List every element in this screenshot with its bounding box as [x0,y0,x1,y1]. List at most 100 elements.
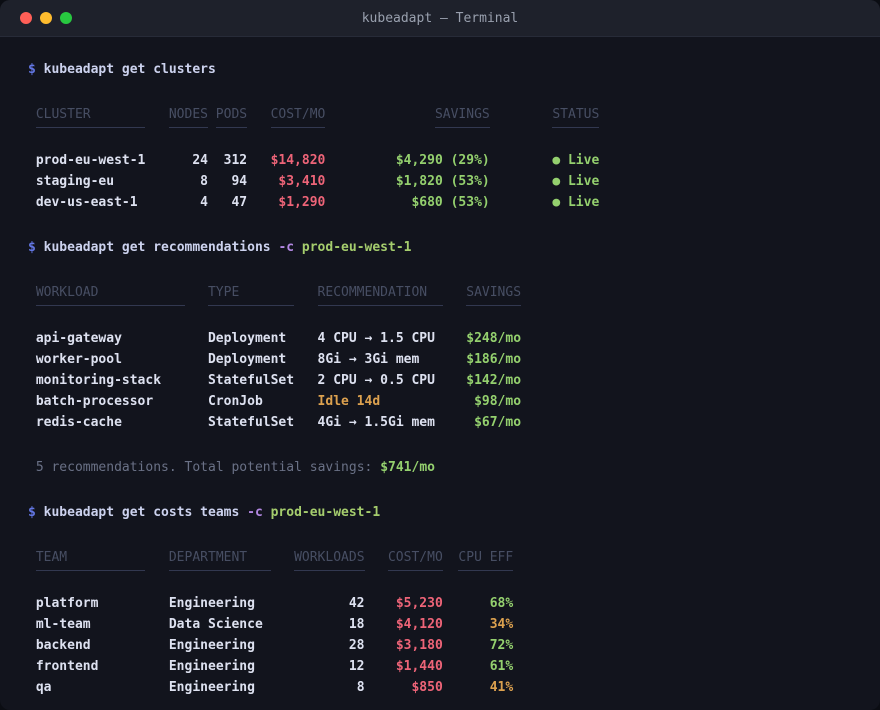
header-underline [36,125,852,134]
workload-name: worker-pool [36,349,208,370]
col-header-department: DEPARTMENT [169,547,294,568]
recommendation-text: 4 CPU → 1.5 CPU [318,328,467,349]
team-name: frontend [36,656,169,677]
summary-text: 5 recommendations. Total potential savin… [36,460,373,475]
clusters-table-header: CLUSTER NODES PODS COST/MO SAVINGS STATU… [36,104,852,125]
col-header-team: TEAM [36,547,169,568]
team-name: ml-team [36,614,169,635]
table-row: batch-processor CronJob Idle 14d $98/mo [36,391,852,412]
recommendations-table: WORKLOAD TYPE RECOMMENDATION SAVINGS api… [28,282,852,433]
recommendation-text: 8Gi → 3Gi mem [318,349,467,370]
cost-value: $14,820 [247,150,325,171]
cost-value: $5,230 [365,593,443,614]
status-label: Live [568,153,599,168]
command-flag: -c [278,237,294,258]
clusters-table-rows: prod-eu-west-1 24 312 $14,820 $4,290 (29… [36,150,852,213]
team-name: backend [36,635,169,656]
cost-value: $3,180 [365,635,443,656]
savings-value: $98/mo [466,391,521,412]
cluster-name: prod-eu-west-1 [36,150,169,171]
col-header-savings: SAVINGS [466,282,521,303]
cost-value: $4,120 [365,614,443,635]
table-row: platform Engineering 42 $5,230 68% [36,593,852,614]
department-name: Engineering [169,656,294,677]
table-row: worker-pool Deployment 8Gi → 3Gi mem $18… [36,349,852,370]
nodes-value: 8 [169,171,208,192]
recommendations-table-header: WORKLOAD TYPE RECOMMENDATION SAVINGS [36,282,852,303]
col-header-pods: PODS [208,104,247,125]
status-badge: ●Live [552,150,852,171]
savings-value: $67/mo [466,412,521,433]
col-header-status: STATUS [552,104,852,125]
table-row: api-gateway Deployment 4 CPU → 1.5 CPU $… [36,328,852,349]
status-badge: ● Live [552,192,852,213]
workloads-count: 12 [294,656,364,677]
live-status-dot: ● [552,174,560,189]
recommendation-text: 4Gi → 1.5Gi mem [318,412,467,433]
table-row: qa Engineering 8 $850 41% [36,677,852,698]
workload-name: monitoring-stack [36,370,208,391]
workloads-count: 18 [294,614,364,635]
cluster-name: staging-eu [36,171,169,192]
pods-value: 47 [208,192,247,213]
status-badge: ● Live [552,171,852,192]
department-name: Engineering [169,593,294,614]
shell-prompt: $ [28,59,36,80]
workload-type: Deployment [208,349,318,370]
costs-table-header: TEAM DEPARTMENT WORKLOADS COST/MO CPU EF… [36,547,852,568]
cost-value: $3,410 [247,171,325,192]
recommendation-text: 2 CPU → 0.5 CPU [318,370,467,391]
team-name: platform [36,593,169,614]
header-underline [36,303,852,312]
col-header-type: TYPE [208,282,318,303]
nodes-value: 4 [169,192,208,213]
clusters-table: CLUSTER NODES PODS COST/MO SAVINGS STATU… [28,104,852,213]
savings-value: $142/mo [466,370,521,391]
shell-prompt: $ [28,237,36,258]
workload-type: StatefulSet [208,370,318,391]
workloads-count: 8 [294,677,364,698]
savings-value: $248/mo [466,328,521,349]
table-row: monitoring-stack StatefulSet 2 CPU → 0.5… [36,370,852,391]
savings-value: $186/mo [466,349,521,370]
cpu-efficiency-value: 41% [443,677,513,698]
cluster-name: dev-us-east-1 [36,192,169,213]
recommendations-table-rows: api-gateway Deployment 4 CPU → 1.5 CPU $… [36,328,852,433]
department-name: Engineering [169,635,294,656]
table-row: backend Engineering 28 $3,180 72% [36,635,852,656]
cpu-efficiency-value: 34% [443,614,513,635]
summary-total-savings: $741/mo [380,460,435,475]
cost-value: $1,290 [247,192,325,213]
col-header-savings: SAVINGS [325,104,489,125]
cost-value: $1,440 [365,656,443,677]
pods-value: 312 [208,150,247,171]
title-bar: kubeadapt — Terminal [0,0,880,37]
status-label: Live [568,174,599,189]
cpu-efficiency-value: 72% [443,635,513,656]
command-text: kubeadapt get clusters [44,59,216,80]
table-row: dev-us-east-1 4 47 $1,290 $680 (53%) ●Li… [36,192,852,213]
shell-prompt: $ [28,502,36,523]
command-text: kubeadapt get costs teams [44,502,240,523]
pods-value: 94 [208,171,247,192]
window-title: kubeadapt — Terminal [0,11,880,26]
table-row: frontend Engineering 12 $1,440 61% [36,656,852,677]
header-underline [36,568,852,577]
col-header-recommendation: RECOMMENDATION [318,282,467,303]
col-header-workloads: WORKLOADS [294,547,364,568]
command-line-recommendations: $ kubeadapt get recommendations -c prod-… [28,237,852,258]
cost-value: $850 [365,677,443,698]
cpu-efficiency-value: 61% [443,656,513,677]
command-flag: -c [247,502,263,523]
col-header-cost: COST/MO [247,104,325,125]
col-header-workload: WORKLOAD [36,282,208,303]
terminal-content: $ kubeadapt get clusters CLUSTER NODES P… [0,37,880,710]
command-argument: prod-eu-west-1 [302,237,412,258]
live-status-dot: ● [552,195,560,210]
command-text: kubeadapt get recommendations [44,237,271,258]
team-name: qa [36,677,169,698]
recommendations-summary: 5 recommendations. Total potential savin… [28,457,852,478]
nodes-value: 24 [169,150,208,171]
status-label: Live [568,195,599,210]
recommendation-idle-warning: Idle 14d [318,391,467,412]
